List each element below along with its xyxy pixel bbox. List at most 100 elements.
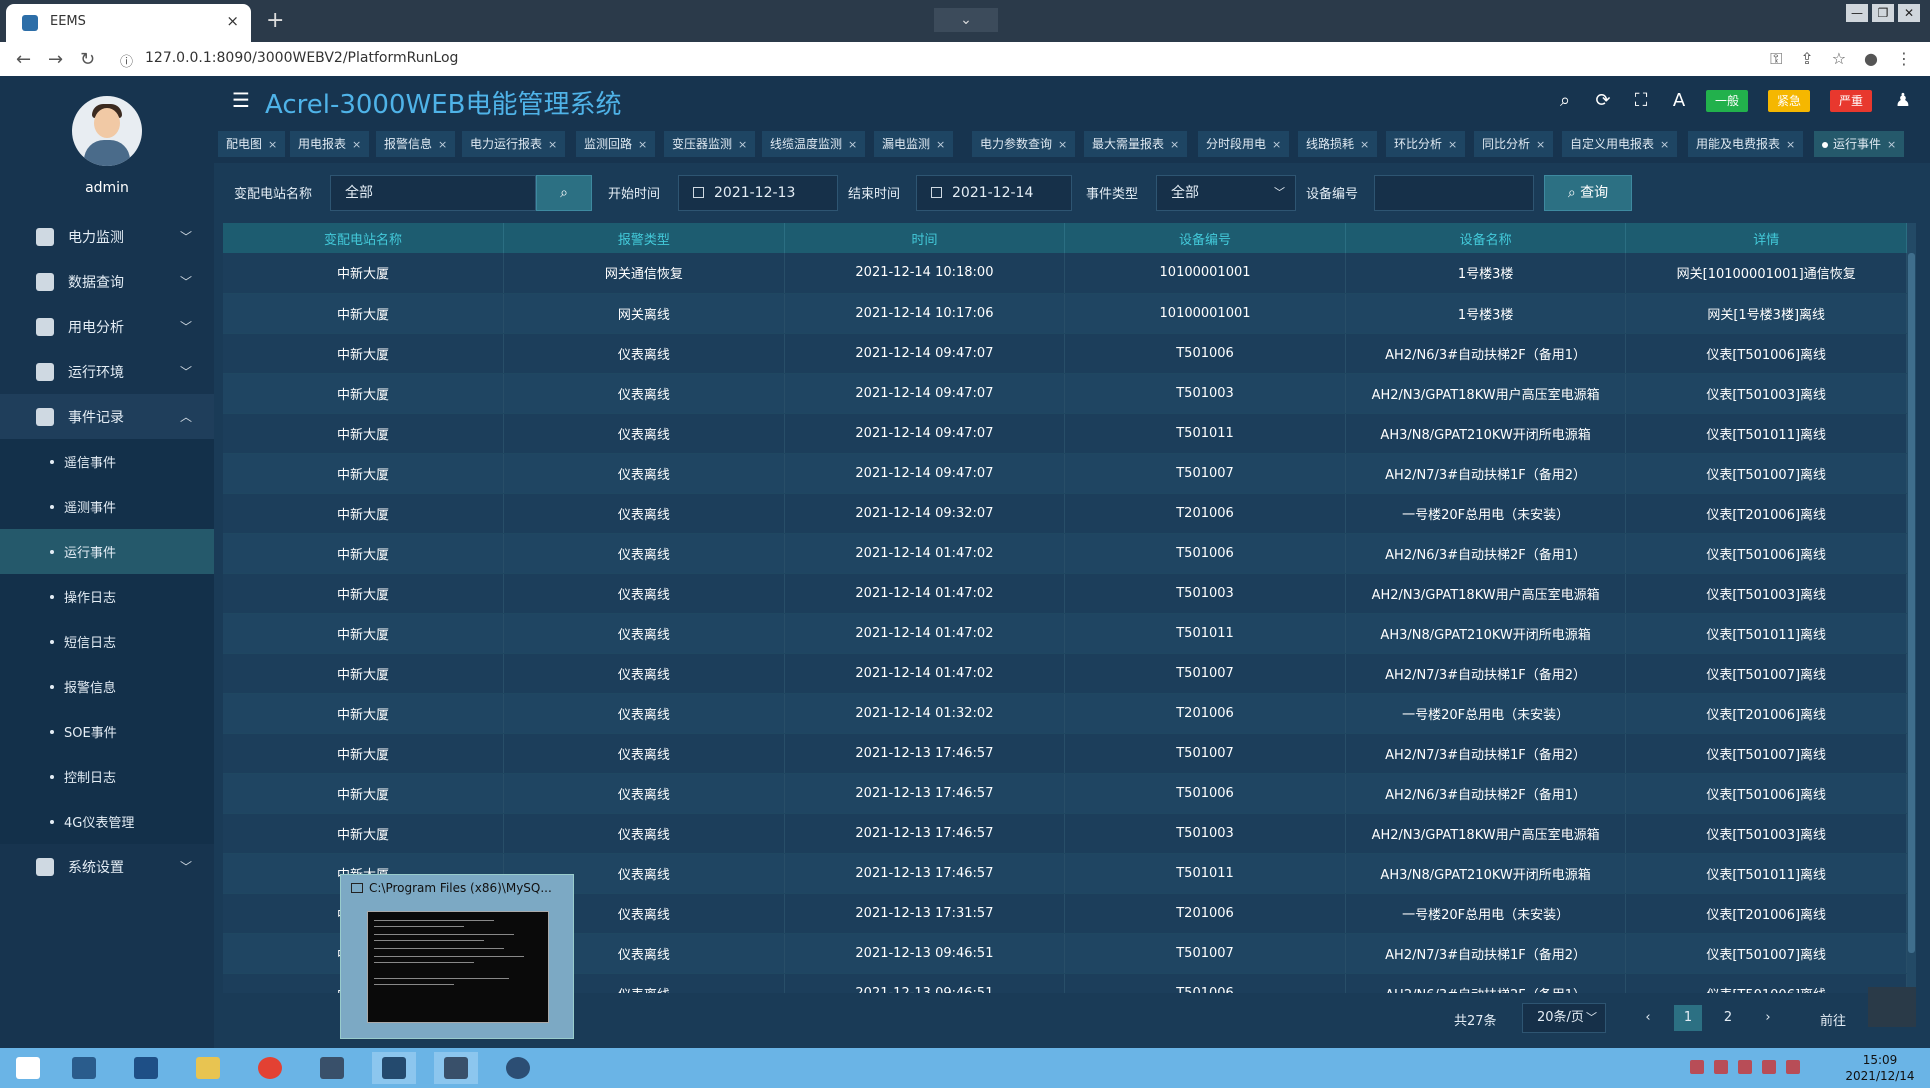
next-page-button[interactable]: › — [1754, 1005, 1782, 1031]
new-tab-button[interactable]: + — [266, 8, 284, 33]
menu-toggle-icon[interactable]: ☰ — [232, 88, 250, 112]
table-row[interactable]: 中新大厦 仪表离线 2021-12-14 01:47:02 T501007 AH2/N7… — [223, 653, 1907, 694]
start-button[interactable] — [6, 1052, 50, 1084]
query-button[interactable]: ⌕ 查询 — [1544, 175, 1632, 211]
tab-search-button[interactable]: ⌄ — [934, 8, 998, 32]
taskbar-app-powershell[interactable] — [124, 1052, 168, 1084]
floating-widget[interactable] — [1868, 987, 1916, 1027]
volume-icon[interactable] — [1738, 1060, 1752, 1074]
taskbar-app-mysql[interactable] — [372, 1052, 416, 1084]
sidebar-subitem-control-log[interactable]: 控制日志 — [0, 754, 214, 799]
refresh-icon[interactable]: ⟳ — [1592, 90, 1614, 112]
table-row[interactable]: 中新大厦 仪表离线 2021-12-14 09:32:07 T201006 一号楼20F… — [223, 493, 1907, 534]
sidebar-subitem-remote-measure[interactable]: 遥测事件 — [0, 484, 214, 529]
table-row[interactable]: 中新大厦 仪表离线 2021-12-14 01:47:02 T501003 AH2/N3… — [223, 573, 1907, 614]
sidebar-subitem-soe-event[interactable]: SOE事件 — [0, 709, 214, 754]
taskbar-app-chrome[interactable] — [248, 1052, 292, 1084]
tab-tag[interactable]: 报警信息 × — [376, 131, 456, 157]
taskbar-app-tools[interactable] — [496, 1052, 540, 1084]
sidebar-subitem-sms-log[interactable]: 短信日志 — [0, 619, 214, 664]
url-field[interactable]: 127.0.0.1:8090/3000WEBV2/PlatformRunLog — [145, 50, 458, 66]
device-number-input[interactable] — [1374, 175, 1534, 211]
station-search-button[interactable]: ⌕ — [536, 175, 592, 211]
close-icon[interactable]: × — [638, 138, 647, 151]
close-icon[interactable]: × — [1536, 138, 1545, 151]
tab-close-icon[interactable]: × — [226, 12, 239, 30]
tab-tag-active[interactable]: 运行事件 × — [1814, 131, 1905, 157]
alarm-urgent-badge[interactable]: 紧急 — [1768, 90, 1810, 112]
tray-icon[interactable] — [1690, 1060, 1704, 1074]
table-row[interactable]: 中新大厦 仪表离线 2021-12-13 17:46:57 T501007 AH2/N7… — [223, 733, 1907, 774]
close-window-button[interactable]: ✕ — [1898, 4, 1920, 22]
start-date-picker[interactable]: 2021-12-13 — [678, 175, 838, 211]
sidebar-item-system-settings[interactable]: 系统设置 ﹀ — [0, 844, 214, 889]
close-icon[interactable]: × — [848, 138, 857, 151]
taskbar-app-network[interactable] — [62, 1052, 106, 1084]
close-icon[interactable]: × — [268, 138, 277, 151]
sidebar-item-data-query[interactable]: 数据查询 ﹀ — [0, 259, 214, 304]
search-icon[interactable]: ⌕ — [1554, 90, 1576, 112]
bookmark-star-icon[interactable]: ☆ — [1832, 49, 1846, 69]
tab-tag[interactable]: 用电报表 × — [290, 131, 370, 157]
taskbar-app-window[interactable] — [310, 1052, 354, 1084]
close-icon[interactable]: × — [438, 138, 447, 151]
column-header[interactable]: 时间 — [784, 223, 1066, 253]
close-icon[interactable]: × — [1887, 138, 1896, 151]
table-row[interactable]: 中新大厦 仪表离线 2021-12-14 09:47:07 T501011 AH3/N8… — [223, 413, 1907, 454]
close-icon[interactable]: × — [548, 138, 557, 151]
station-input[interactable]: 全部 — [330, 175, 536, 211]
user-icon[interactable]: ♟ — [1892, 90, 1914, 112]
end-date-picker[interactable]: 2021-12-14 — [916, 175, 1072, 211]
browser-tab[interactable]: EEMS × — [6, 4, 251, 42]
sidebar-subitem-4g-meter[interactable]: 4G仪表管理 — [0, 799, 214, 844]
tray-icon[interactable] — [1762, 1060, 1776, 1074]
table-row[interactable]: 中新大厦 仪表离线 2021-12-13 17:46:57 T501006 AH2/N6… — [223, 773, 1907, 814]
minimize-button[interactable]: — — [1846, 4, 1868, 22]
tab-tag[interactable]: 分时段用电 × — [1198, 131, 1290, 157]
sidebar-item-environment[interactable]: 运行环境 ﹀ — [0, 349, 214, 394]
alarm-normal-badge[interactable]: 一般 — [1706, 90, 1748, 112]
tab-tag[interactable]: 变压器监测 × — [664, 131, 756, 157]
close-icon[interactable]: × — [1058, 138, 1067, 151]
tab-tag[interactable]: 自定义用电报表 × — [1562, 131, 1678, 157]
sidebar-item-usage-analysis[interactable]: 用电分析 ﹀ — [0, 304, 214, 349]
tab-tag[interactable]: 监测回路 × — [576, 131, 656, 157]
tab-tag[interactable]: 线路损耗 × — [1298, 131, 1378, 157]
taskbar-app-explorer[interactable] — [186, 1052, 230, 1084]
column-header[interactable]: 详情 — [1625, 223, 1907, 253]
table-row[interactable]: 中新大厦 网关通信恢复 2021-12-14 10:18:00 10100001001… — [223, 253, 1907, 294]
table-row[interactable]: 中新大厦 仪表离线 2021-12-14 09:47:07 T501003 AH2/N3… — [223, 373, 1907, 414]
prev-page-button[interactable]: ‹ — [1634, 1005, 1662, 1031]
site-info-icon[interactable]: ⓘ — [120, 51, 133, 70]
font-size-icon[interactable]: A — [1668, 90, 1690, 112]
table-row[interactable]: 中新大厦 仪表离线 2021-12-14 01:32:02 T201006 一号楼20F… — [223, 693, 1907, 734]
key-icon[interactable]: ⚿ — [1770, 49, 1782, 69]
event-type-select[interactable]: 全部 ﹀ — [1156, 175, 1296, 211]
table-scrollbar[interactable] — [1907, 223, 1916, 993]
alarm-severe-badge[interactable]: 严重 — [1830, 90, 1872, 112]
column-header[interactable]: 设备名称 — [1345, 223, 1627, 253]
close-icon[interactable]: × — [936, 138, 945, 151]
sidebar-subitem-run-event[interactable]: 运行事件 — [0, 529, 214, 574]
tab-tag[interactable]: 配电图 × — [218, 131, 286, 157]
page-2-button[interactable]: 2 — [1714, 1005, 1742, 1031]
page-1-button[interactable]: 1 — [1674, 1005, 1702, 1031]
column-header[interactable]: 设备编号 — [1064, 223, 1346, 253]
tab-tag[interactable]: 同比分析 × — [1474, 131, 1554, 157]
restore-button[interactable]: ❐ — [1872, 4, 1894, 22]
more-menu-icon[interactable]: ⋮ — [1896, 49, 1912, 69]
table-row[interactable]: 中新大厦 仪表离线 2021-12-14 09:47:07 T501006 AH2/N6… — [223, 333, 1907, 374]
tab-tag[interactable]: 线缆温度监测 × — [762, 131, 866, 157]
close-icon[interactable]: × — [1170, 138, 1179, 151]
close-icon[interactable]: × — [1360, 138, 1369, 151]
close-icon[interactable]: × — [1448, 138, 1457, 151]
tab-tag[interactable]: 电力参数查询 × — [972, 131, 1076, 157]
table-row[interactable]: 中新大厦 仪表离线 2021-12-13 17:46:57 T501003 AH2/N3… — [223, 813, 1907, 854]
back-icon[interactable]: ← — [16, 49, 31, 70]
profile-icon[interactable]: ● — [1864, 49, 1878, 69]
forward-icon[interactable]: → — [48, 49, 63, 70]
table-row[interactable]: 中新大厦 仪表离线 2021-12-14 01:47:02 T501011 AH3/N8… — [223, 613, 1907, 654]
table-row[interactable]: 中新大厦 仪表离线 2021-12-14 09:47:07 T501007 AH2/N7… — [223, 453, 1907, 494]
sidebar-subitem-alarm-info[interactable]: 报警信息 — [0, 664, 214, 709]
taskbar-preview-popup[interactable]: C:\Program Files (x86)\MySQ... — [340, 874, 574, 1039]
